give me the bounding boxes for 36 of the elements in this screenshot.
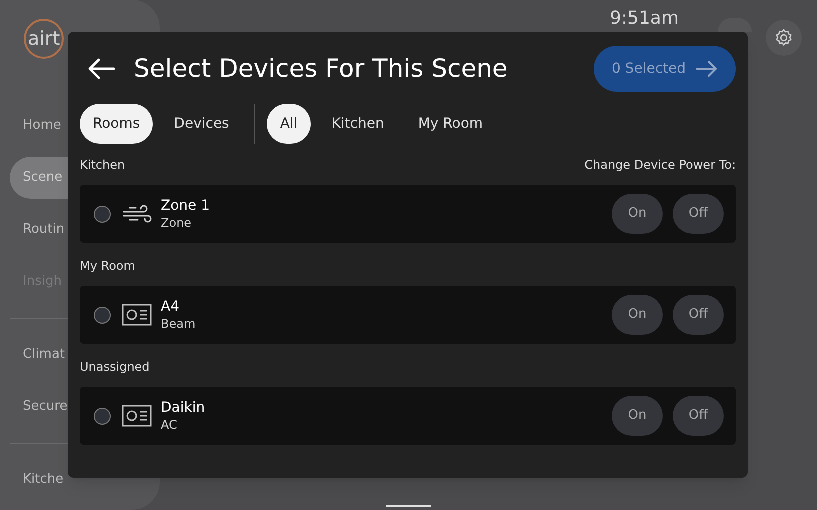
device-name: Daikin [161,399,206,417]
device-type: AC [161,417,178,433]
on-button[interactable]: On [612,396,663,436]
filter-tab[interactable]: Rooms [80,104,154,144]
settings-button[interactable] [766,20,802,56]
device-type: Zone [161,215,193,231]
radio-button[interactable] [94,206,111,222]
off-button[interactable]: Off [673,194,724,234]
settings-icon [774,28,794,48]
filter-tab[interactable]: Devices [161,104,242,144]
dialog-title: Select Devices For This Scene [134,53,508,86]
room-heading: My Room [80,258,136,275]
unit-icon [122,304,152,326]
filter-tab[interactable]: My Room [405,104,496,144]
filter-tab[interactable]: Kitchen [318,104,398,144]
radio-button[interactable] [94,408,111,424]
back-arrow-icon[interactable] [88,58,116,80]
device-type: Beam [161,316,196,332]
off-button[interactable]: Off [673,396,724,436]
arrow-right-icon [696,61,718,77]
home-indicator [386,505,431,507]
radio-button[interactable] [94,306,111,324]
filter-tab[interactable]: All [267,104,311,144]
room-heading: Unassigned [80,359,150,376]
power-label: Change Device Power To: [584,157,736,174]
device-name: A4 [161,298,180,316]
wind-icon [122,203,152,225]
device-name: Zone 1 [161,197,210,215]
clock-time: 9:51am [610,8,679,30]
unit-icon [122,405,152,427]
room-heading: Kitchen [80,157,126,174]
logo: airt [24,19,64,59]
off-button[interactable]: Off [673,295,724,335]
on-button[interactable]: On [612,194,663,234]
selected-next-button[interactable]: 0 Selected [594,46,736,92]
on-button[interactable]: On [612,295,663,335]
